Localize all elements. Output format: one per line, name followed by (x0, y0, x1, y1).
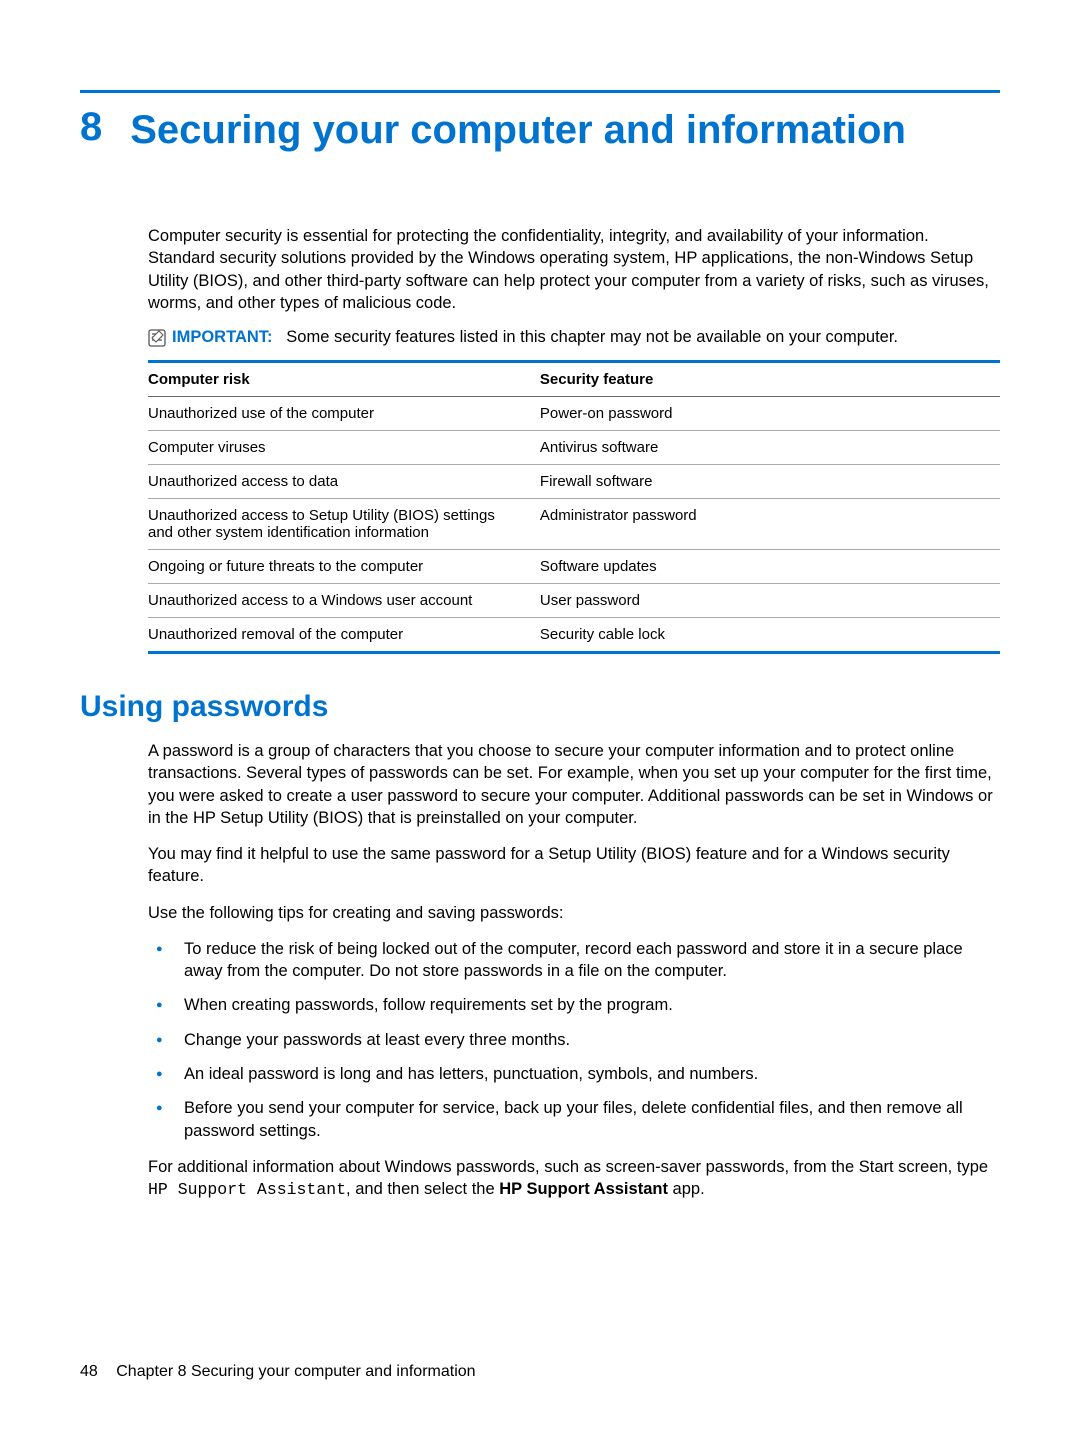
table-row: Unauthorized access to Setup Utility (BI… (148, 499, 1000, 550)
page-number: 48 (80, 1363, 98, 1381)
feature-cell: User password (540, 584, 1000, 618)
risk-cell: Computer viruses (148, 431, 540, 465)
risk-cell: Unauthorized access to data (148, 465, 540, 499)
list-item: To reduce the risk of being locked out o… (148, 938, 1000, 983)
important-label: IMPORTANT: (172, 328, 273, 346)
list-item: Before you send your computer for servic… (148, 1097, 1000, 1142)
feature-cell: Firewall software (540, 465, 1000, 499)
risk-cell: Unauthorized access to a Windows user ac… (148, 584, 540, 618)
table-row: Unauthorized access to a Windows user ac… (148, 584, 1000, 618)
mono-text: HP Support Assistant (148, 1180, 346, 1199)
important-icon (148, 329, 166, 352)
table-row: Ongoing or future threats to the compute… (148, 550, 1000, 584)
top-rule (80, 90, 1000, 93)
passwords-para-2: You may find it helpful to use the same … (148, 843, 1000, 888)
chapter-heading: 8 Securing your computer and information (80, 105, 1000, 155)
footer-text: Chapter 8 Securing your computer and inf… (116, 1363, 475, 1380)
table-header-feature: Security feature (540, 362, 1000, 397)
table-row: Computer virusesAntivirus software (148, 431, 1000, 465)
important-note: IMPORTANT: Some security features listed… (148, 328, 1000, 352)
section-heading-passwords: Using passwords (80, 690, 1000, 724)
list-item: Change your passwords at least every thr… (148, 1029, 1000, 1051)
page-footer: 48 Chapter 8 Securing your computer and … (80, 1363, 476, 1381)
feature-cell: Antivirus software (540, 431, 1000, 465)
passwords-para-4: For additional information about Windows… (148, 1156, 1000, 1202)
feature-cell: Power-on password (540, 397, 1000, 431)
risk-feature-table: Computer risk Security feature Unauthori… (148, 360, 1000, 654)
chapter-number: 8 (80, 105, 102, 149)
feature-cell: Software updates (540, 550, 1000, 584)
intro-paragraph: Computer security is essential for prote… (148, 225, 1000, 314)
chapter-title: Securing your computer and information (130, 105, 906, 155)
table-row: Unauthorized use of the computerPower-on… (148, 397, 1000, 431)
feature-cell: Administrator password (540, 499, 1000, 550)
list-item: An ideal password is long and has letter… (148, 1063, 1000, 1085)
risk-cell: Unauthorized access to Setup Utility (BI… (148, 499, 540, 550)
list-item: When creating passwords, follow requirem… (148, 994, 1000, 1016)
risk-cell: Unauthorized removal of the computer (148, 618, 540, 653)
passwords-para-1: A password is a group of characters that… (148, 740, 1000, 829)
table-row: Unauthorized access to dataFirewall soft… (148, 465, 1000, 499)
passwords-para-3: Use the following tips for creating and … (148, 902, 1000, 924)
table-header-risk: Computer risk (148, 362, 540, 397)
risk-cell: Unauthorized use of the computer (148, 397, 540, 431)
feature-cell: Security cable lock (540, 618, 1000, 653)
risk-cell: Ongoing or future threats to the compute… (148, 550, 540, 584)
important-text: Some security features listed in this ch… (286, 328, 898, 346)
bold-app-name: HP Support Assistant (499, 1180, 668, 1198)
password-tips-list: To reduce the risk of being locked out o… (148, 938, 1000, 1142)
table-row: Unauthorized removal of the computerSecu… (148, 618, 1000, 653)
